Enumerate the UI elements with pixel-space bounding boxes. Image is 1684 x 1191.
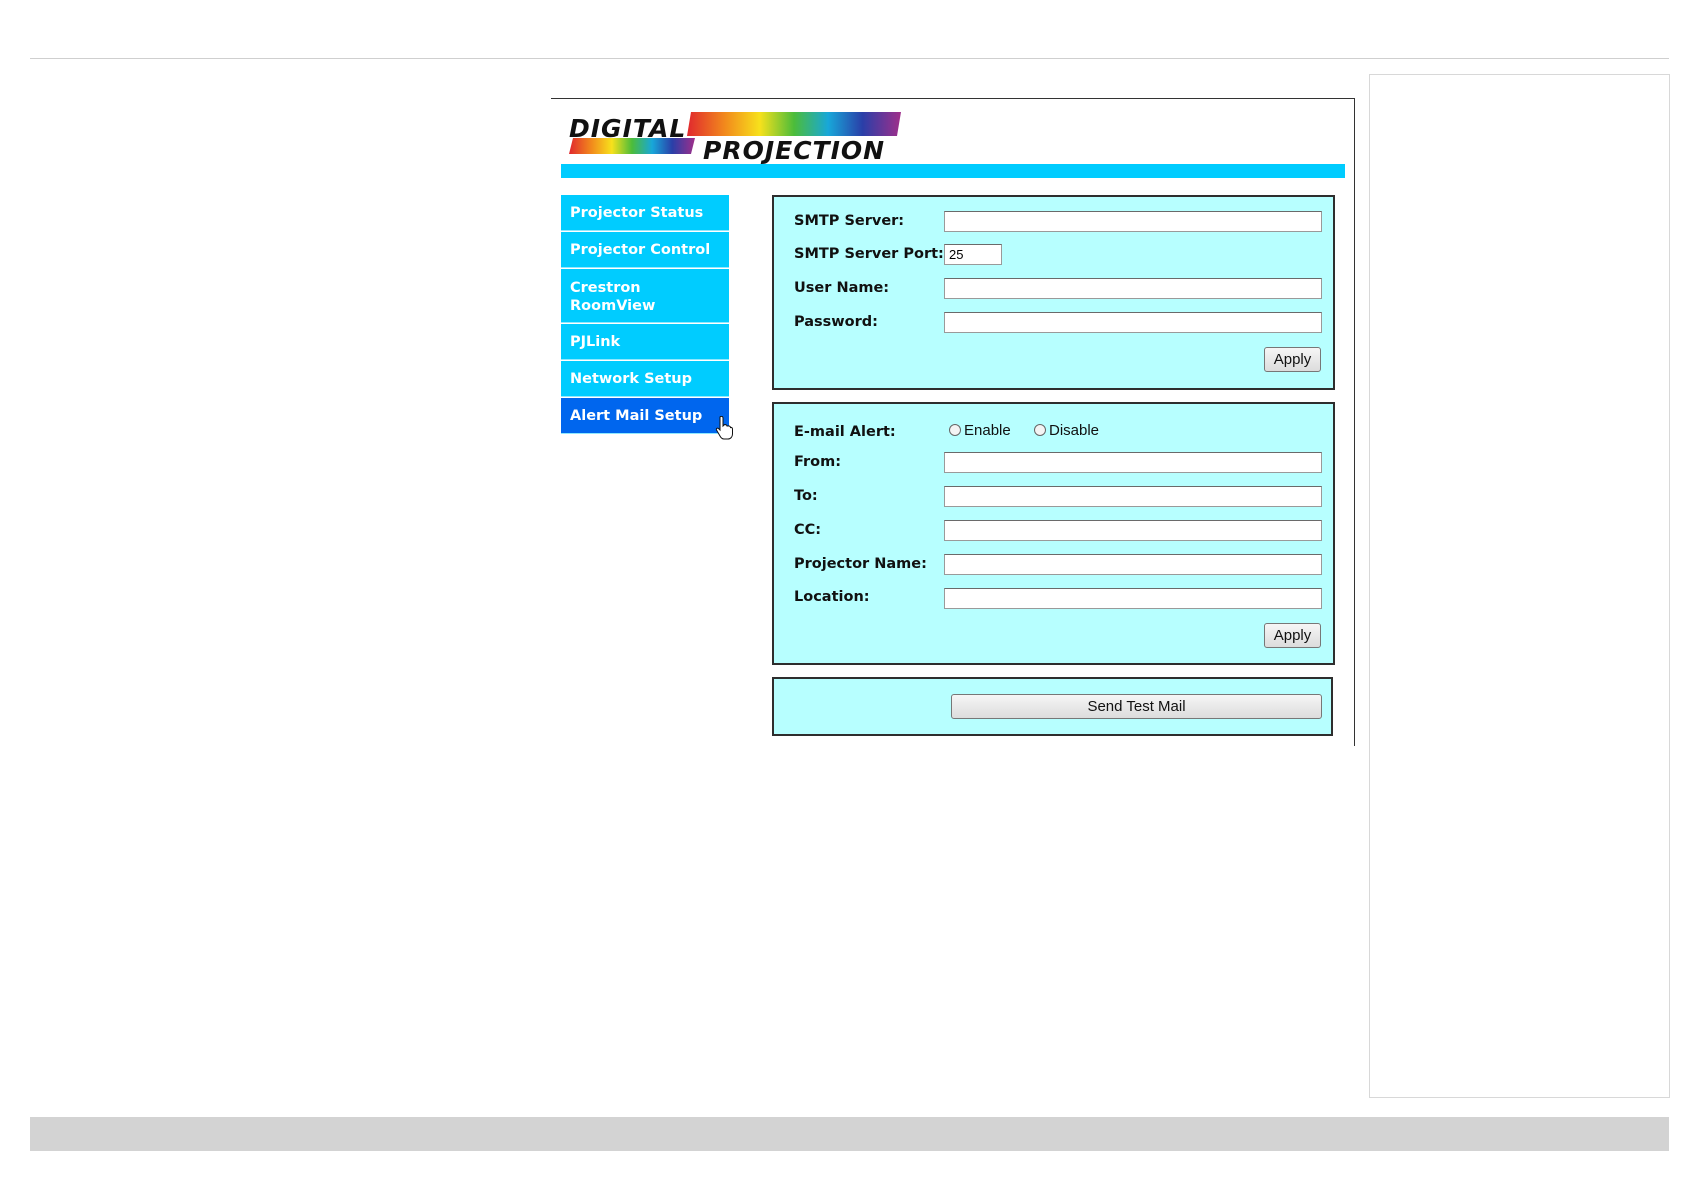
cc-label: CC: <box>794 522 822 538</box>
projector-name-label: Projector Name: <box>794 556 927 572</box>
disable-radio-circle[interactable] <box>1034 424 1046 436</box>
logo-word-digital: DIGITAL <box>569 114 687 143</box>
smtp-port-input[interactable] <box>944 244 1002 265</box>
alert-settings-panel: E-mail Alert: Enable Disable From: To: C… <box>772 402 1335 665</box>
smtp-port-label: SMTP Server Port: <box>794 246 944 262</box>
from-input[interactable] <box>944 452 1322 473</box>
from-label: From: <box>794 454 841 470</box>
hand-pointer-icon <box>715 416 733 440</box>
smtp-settings-panel: SMTP Server: SMTP Server Port: User Name… <box>772 195 1335 390</box>
disable-radio[interactable]: Disable <box>1034 422 1099 439</box>
user-name-input[interactable] <box>944 278 1322 299</box>
location-label: Location: <box>794 589 870 605</box>
top-divider <box>30 58 1669 59</box>
logo-word-projection: PROJECTION <box>703 136 886 165</box>
send-test-mail-button[interactable]: Send Test Mail <box>951 694 1322 719</box>
to-input[interactable] <box>944 486 1322 507</box>
enable-radio[interactable]: Enable <box>949 422 1011 439</box>
alert-apply-button[interactable]: Apply <box>1264 623 1321 648</box>
cc-input[interactable] <box>944 520 1322 541</box>
bottom-footer-bar <box>30 1117 1669 1151</box>
enable-radio-circle[interactable] <box>949 424 961 436</box>
disable-radio-label: Disable <box>1049 422 1100 439</box>
projector-name-input[interactable] <box>944 554 1322 575</box>
smtp-server-input[interactable] <box>944 211 1322 232</box>
smtp-server-label: SMTP Server: <box>794 213 905 229</box>
password-input[interactable] <box>944 312 1322 333</box>
side-notes-panel <box>1369 74 1670 1098</box>
browser-frame-right <box>1354 98 1355 746</box>
enable-radio-label: Enable <box>964 422 1011 439</box>
browser-frame-top <box>551 98 1355 99</box>
digital-projection-logo: DIGITAL PROJECTION <box>565 108 901 165</box>
sidebar-nav: Projector Status Projector Control Crest… <box>561 195 729 435</box>
location-input[interactable] <box>944 588 1322 609</box>
nav-item-projector-status[interactable]: Projector Status <box>561 195 729 231</box>
nav-item-network-setup[interactable]: Network Setup <box>561 361 729 397</box>
nav-item-projector-control[interactable]: Projector Control <box>561 232 729 268</box>
nav-item-crestron-roomview[interactable]: Crestron RoomView <box>561 269 729 323</box>
nav-item-pjlink[interactable]: PJLink <box>561 324 729 360</box>
password-label: Password: <box>794 314 878 330</box>
header-bar <box>561 164 1345 178</box>
test-mail-panel: Send Test Mail <box>772 677 1333 736</box>
email-alert-label: E-mail Alert: <box>794 424 896 440</box>
web-interface: DIGITAL PROJECTION Projector Status Proj… <box>551 98 1355 746</box>
user-name-label: User Name: <box>794 280 890 296</box>
nav-item-alert-mail-setup[interactable]: Alert Mail Setup <box>561 398 729 434</box>
to-label: To: <box>794 488 818 504</box>
smtp-apply-button[interactable]: Apply <box>1264 347 1321 372</box>
